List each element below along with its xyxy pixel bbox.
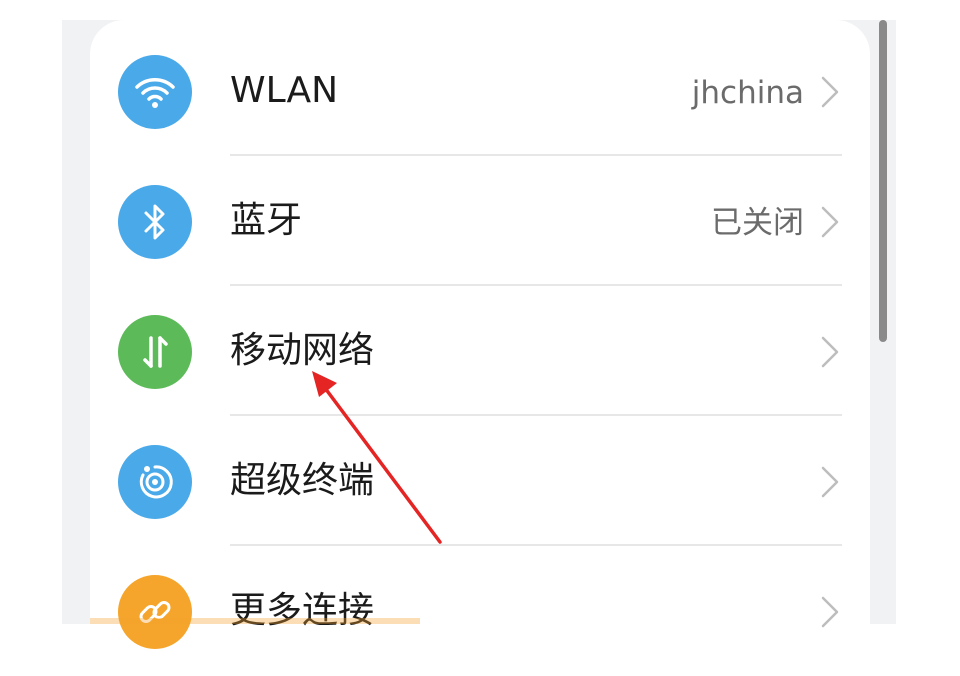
super-device-icon <box>118 445 192 519</box>
settings-item-label: 更多连接 <box>230 590 375 631</box>
settings-item-label: 移动网络 <box>230 330 375 371</box>
chevron-right-icon <box>821 336 839 368</box>
wifi-icon <box>118 55 192 129</box>
settings-item-label: WLAN <box>230 70 339 111</box>
settings-item-label: 超级终端 <box>230 460 375 501</box>
bottom-strip <box>90 618 420 624</box>
settings-item-mobile-network[interactable]: 移动网络 <box>90 286 870 416</box>
link-icon <box>118 575 192 649</box>
settings-item-value: 已关闭 <box>711 205 804 241</box>
settings-item-more-connections[interactable]: 更多连接 <box>90 546 870 676</box>
settings-item-bluetooth[interactable]: 蓝牙 已关闭 <box>90 156 870 286</box>
chevron-right-icon <box>821 466 839 498</box>
settings-item-value: jhchina <box>691 75 804 111</box>
settings-item-wlan[interactable]: WLAN jhchina <box>90 26 870 156</box>
chevron-right-icon <box>821 76 839 108</box>
bluetooth-icon <box>118 185 192 259</box>
mobile-data-icon <box>118 315 192 389</box>
scrollbar[interactable] <box>879 20 887 342</box>
chevron-right-icon <box>821 206 839 238</box>
settings-item-super-device[interactable]: 超级终端 <box>90 416 870 546</box>
settings-item-label: 蓝牙 <box>230 200 303 241</box>
